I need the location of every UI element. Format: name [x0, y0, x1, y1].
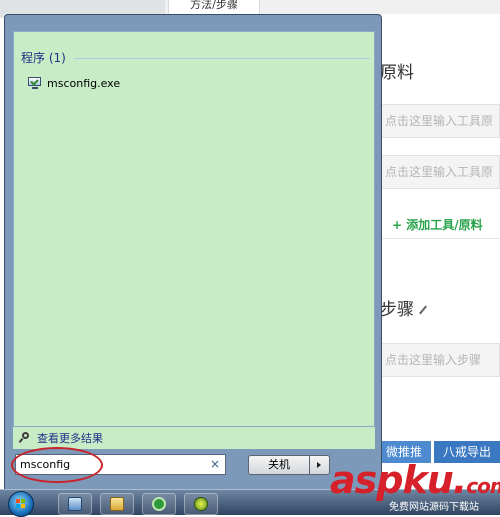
watermark-dot: .: [452, 458, 467, 502]
watermark-tld: com: [466, 474, 500, 498]
section-divider: [378, 238, 500, 239]
shutdown-options-button[interactable]: [310, 455, 330, 475]
see-more-results-label: 查看更多结果: [37, 432, 103, 445]
taskbar-desktop-button[interactable]: [58, 493, 92, 515]
tool-material-input-2[interactable]: 点击这里输入工具原: [378, 155, 500, 189]
chevron-right-icon: [317, 462, 321, 468]
clear-search-icon[interactable]: ×: [210, 456, 220, 473]
add-tool-material-link[interactable]: + 添加工具/原料: [392, 216, 483, 233]
result-msconfig[interactable]: msconfig.exe: [28, 74, 120, 92]
start-menu: 程序 (1) msconfig.exe 查看更多结果: [4, 14, 382, 490]
app-icon: [194, 497, 208, 511]
computer-icon: [68, 497, 82, 511]
result-label: msconfig.exe: [47, 76, 121, 90]
search-icon: [18, 432, 31, 444]
windows-logo-icon: [16, 499, 26, 509]
steps-heading: 步骤: [380, 295, 427, 320]
msconfig-monitor-icon: [28, 77, 42, 89]
highlight-annotation-oval: [11, 447, 103, 483]
taskbar-browser-button[interactable]: [142, 493, 176, 515]
start-button[interactable]: [8, 491, 34, 517]
background-editor-panel: [373, 14, 500, 474]
search-results-panel: 程序 (1) msconfig.exe: [13, 31, 375, 427]
watermark-logo: aspku.com: [330, 458, 500, 502]
watermark-brand: aspku: [330, 458, 454, 502]
see-more-results[interactable]: 查看更多结果: [13, 427, 375, 449]
browser-icon: [152, 497, 166, 511]
taskbar-explorer-button[interactable]: [100, 493, 134, 515]
programs-group-title: 程序 (1): [21, 51, 66, 65]
tab-method-steps[interactable]: 方法/步骤: [168, 0, 260, 14]
shutdown-button[interactable]: 关机: [248, 455, 310, 475]
materials-heading: 原料: [380, 63, 414, 83]
group-separator: [74, 58, 370, 59]
tool-material-input-1[interactable]: 点击这里输入工具原: [378, 104, 500, 138]
steps-heading-label: 步骤: [380, 300, 414, 320]
taskbar-app-button[interactable]: [184, 493, 218, 515]
watermark-subtitle: 免费网站源码下载站: [389, 502, 479, 513]
folder-icon: [110, 497, 124, 511]
step-input[interactable]: 点击这里输入步骤: [378, 343, 500, 377]
